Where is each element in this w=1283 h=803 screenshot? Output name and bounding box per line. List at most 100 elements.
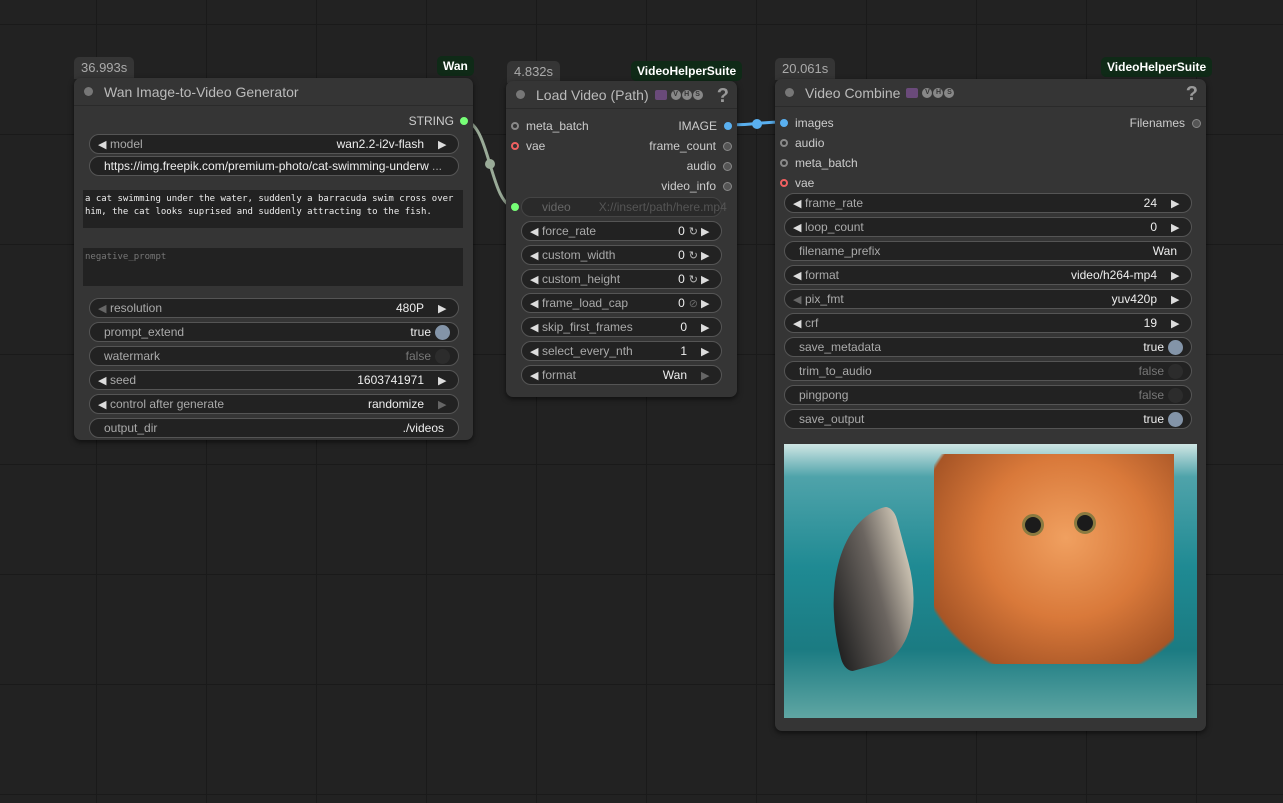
decrement-arrow-icon[interactable]: ◀	[98, 138, 110, 151]
decrement-arrow-icon[interactable]: ◀	[530, 369, 542, 382]
decrement-arrow-icon[interactable]: ◀	[793, 197, 805, 210]
decrement-arrow-icon[interactable]: ◀	[530, 273, 542, 286]
collapse-dot-icon[interactable]	[785, 88, 794, 97]
input-meta-batch[interactable]: meta_batch	[780, 155, 858, 171]
increment-arrow-icon[interactable]: ▶	[1171, 197, 1183, 210]
increment-arrow-icon[interactable]: ▶	[1171, 269, 1183, 282]
widget-seed[interactable]: ◀ seed 1603741971 ▶	[89, 370, 459, 390]
collapse-dot-icon[interactable]	[84, 87, 93, 96]
slot-dot-icon[interactable]	[724, 122, 732, 130]
increment-arrow-icon[interactable]: ▶	[701, 273, 713, 286]
widget-custom-height[interactable]: ◀ custom_height 0 ↻ ▶	[521, 269, 722, 289]
decrement-arrow-icon[interactable]: ◀	[530, 321, 542, 334]
input-meta-batch[interactable]: meta_batch	[511, 118, 589, 134]
input-video-dot-icon[interactable]	[511, 203, 519, 211]
increment-arrow-icon[interactable]: ▶	[438, 374, 450, 387]
widget-crf[interactable]: ◀ crf 19 ▶	[784, 313, 1192, 333]
widget-force-rate[interactable]: ◀ force_rate 0 ↻ ▶	[521, 221, 722, 241]
widget-skip-first-frames[interactable]: ◀ skip_first_frames 0 ▶	[521, 317, 722, 337]
help-icon[interactable]: ?	[1186, 83, 1198, 106]
negative-prompt-textarea[interactable]: negative_prompt	[83, 248, 463, 286]
output-audio[interactable]: audio	[687, 158, 732, 174]
toggle-switch-icon[interactable]	[435, 348, 450, 364]
collapse-dot-icon[interactable]	[516, 90, 525, 99]
widget-format[interactable]: ◀ format video/h264-mp4 ▶	[784, 265, 1192, 285]
output-string[interactable]: STRING	[409, 113, 468, 129]
widget-pix-fmt[interactable]: ◀ pix_fmt yuv420p ▶	[784, 289, 1192, 309]
decrement-arrow-icon[interactable]: ◀	[530, 345, 542, 358]
slot-dot-icon[interactable]	[780, 159, 788, 167]
node-title-bar[interactable]: Wan Image-to-Video Generator	[74, 78, 473, 106]
increment-arrow-icon[interactable]: ▶	[701, 297, 713, 310]
increment-arrow-icon[interactable]: ▶	[1171, 221, 1183, 234]
input-vae[interactable]: vae	[511, 138, 545, 154]
widget-frame-rate[interactable]: ◀ frame_rate 24 ▶	[784, 193, 1192, 213]
decrement-arrow-icon[interactable]: ◀	[530, 249, 542, 262]
slot-dot-icon[interactable]	[723, 181, 732, 191]
input-vae[interactable]: vae	[780, 175, 814, 191]
increment-arrow-icon[interactable]: ▶	[438, 138, 450, 151]
help-icon[interactable]: ?	[717, 85, 729, 108]
widget-model[interactable]: ◀ model wan2.2-i2v-flash ▶	[89, 134, 459, 154]
slot-dot-icon[interactable]	[723, 141, 732, 151]
widget-resolution[interactable]: ◀ resolution 480P ▶	[89, 298, 459, 318]
url-field[interactable]: https://img.freepik.com/premium-photo/ca…	[89, 156, 459, 176]
decrement-arrow-icon[interactable]: ◀	[793, 293, 805, 306]
reset-icon[interactable]: ↻	[689, 273, 698, 286]
decrement-arrow-icon[interactable]: ◀	[793, 221, 805, 234]
decrement-arrow-icon[interactable]: ◀	[793, 269, 805, 282]
toggle-switch-icon[interactable]	[1168, 387, 1183, 403]
widget-save-output[interactable]: save_output true	[784, 409, 1192, 429]
video-combine-node[interactable]: Video Combine V H S? images audio meta_batc…	[775, 79, 1206, 731]
slot-dot-icon[interactable]	[460, 117, 468, 125]
widget-format[interactable]: ◀ format Wan ▶	[521, 365, 722, 385]
decrement-arrow-icon[interactable]: ◀	[793, 317, 805, 330]
widget-prompt-extend[interactable]: prompt_extend true	[89, 322, 459, 342]
widget-custom-width[interactable]: ◀ custom_width 0 ↻ ▶	[521, 245, 722, 265]
widget-trim-to-audio[interactable]: trim_to_audio false	[784, 361, 1192, 381]
input-audio[interactable]: audio	[780, 135, 824, 151]
video-preview[interactable]	[784, 444, 1197, 718]
widget-save-metadata[interactable]: save_metadata true	[784, 337, 1192, 357]
decrement-arrow-icon[interactable]: ◀	[530, 297, 542, 310]
slot-dot-icon[interactable]	[780, 139, 788, 147]
wan-i2v-node[interactable]: Wan Image-to-Video Generator STRING http…	[74, 78, 473, 440]
output-image[interactable]: IMAGE	[678, 118, 732, 134]
widget-loop-count[interactable]: ◀ loop_count 0 ▶	[784, 217, 1192, 237]
decrement-arrow-icon[interactable]: ◀	[98, 398, 110, 411]
load-video-node[interactable]: Load Video (Path) V H S? meta_batch vae IMA…	[506, 81, 737, 397]
toggle-switch-icon[interactable]	[1168, 411, 1183, 427]
increment-arrow-icon[interactable]: ▶	[701, 225, 713, 238]
widget-control-after-generate[interactable]: ◀ control after generate randomize ▶	[89, 394, 459, 414]
prompt-textarea[interactable]: a cat swimming under the water, suddenly…	[83, 190, 463, 228]
toggle-switch-icon[interactable]	[1168, 363, 1183, 379]
decrement-arrow-icon[interactable]: ◀	[98, 302, 110, 315]
widget-output-dir[interactable]: output_dir ./videos	[89, 418, 459, 438]
increment-arrow-icon[interactable]: ▶	[438, 398, 450, 411]
reset-icon[interactable]: ↻	[689, 249, 698, 262]
node-title-bar[interactable]: Load Video (Path) V H S?	[506, 81, 737, 109]
increment-arrow-icon[interactable]: ▶	[1171, 293, 1183, 306]
increment-arrow-icon[interactable]: ▶	[701, 249, 713, 262]
decrement-arrow-icon[interactable]: ◀	[530, 225, 542, 238]
slot-dot-icon[interactable]	[511, 122, 519, 130]
output-filenames[interactable]: Filenames	[1130, 115, 1201, 131]
input-images[interactable]: images	[780, 115, 834, 131]
decrement-arrow-icon[interactable]: ◀	[98, 374, 110, 387]
output-frame-count[interactable]: frame_count	[649, 138, 732, 154]
widget-pingpong[interactable]: pingpong false	[784, 385, 1192, 405]
increment-arrow-icon[interactable]: ▶	[1171, 317, 1183, 330]
slot-dot-icon[interactable]	[1192, 118, 1201, 128]
increment-arrow-icon[interactable]: ▶	[701, 345, 713, 358]
reset-icon[interactable]: ↻	[689, 225, 698, 238]
slot-dot-icon[interactable]	[723, 161, 732, 171]
increment-arrow-icon[interactable]: ▶	[701, 369, 713, 382]
output-video-info[interactable]: video_info	[661, 178, 732, 194]
toggle-switch-icon[interactable]	[1168, 339, 1183, 355]
increment-arrow-icon[interactable]: ▶	[438, 302, 450, 315]
slot-dot-icon[interactable]	[511, 142, 519, 150]
widget-frame-load-cap[interactable]: ◀ frame_load_cap 0 ⊘ ▶	[521, 293, 722, 313]
widget-select-every-nth[interactable]: ◀ select_every_nth 1 ▶	[521, 341, 722, 361]
increment-arrow-icon[interactable]: ▶	[701, 321, 713, 334]
slot-dot-icon[interactable]	[780, 119, 788, 127]
